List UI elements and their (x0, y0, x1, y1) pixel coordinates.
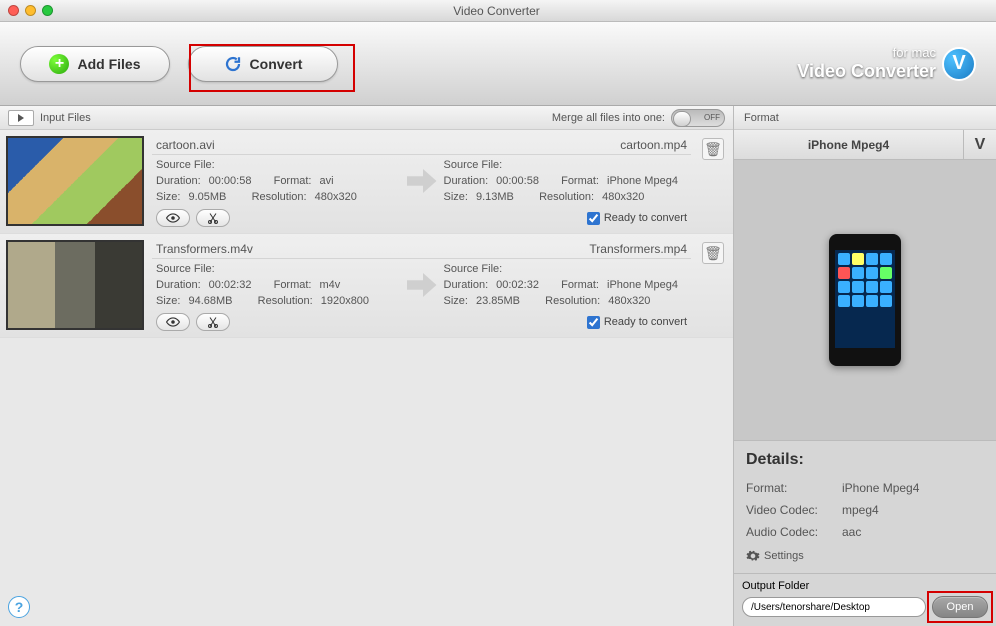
output-filename: Transformers.mp4 (559, 242, 687, 256)
merge-toggle[interactable]: OFF (671, 109, 725, 127)
brand-title: Video Converter (797, 61, 936, 83)
merge-label: Merge all files into one: (552, 112, 665, 124)
play-icon[interactable] (8, 110, 34, 126)
plus-icon: + (49, 54, 69, 74)
details-title: Details: (746, 451, 984, 469)
settings-button[interactable]: Settings (746, 549, 984, 563)
window-title: Video Converter (53, 4, 940, 18)
preview-button[interactable] (156, 209, 190, 227)
titlebar: Video Converter (0, 0, 996, 22)
open-folder-button[interactable]: Open (932, 596, 988, 618)
file-row[interactable]: cartoon.avi cartoon.mp4 Source File: Dur… (0, 130, 733, 234)
output-filename: cartoon.mp4 (590, 138, 687, 152)
arrow-right-icon (407, 169, 437, 193)
help-button[interactable]: ? (8, 596, 30, 618)
trim-button[interactable] (196, 313, 230, 331)
preview-button[interactable] (156, 313, 190, 331)
output-path-field[interactable]: /Users/tenorshare/Desktop (742, 597, 926, 617)
brand: for mac Video Converter V (797, 45, 976, 82)
zoom-window-button[interactable] (42, 5, 53, 16)
delete-button[interactable]: 🗑 (702, 138, 724, 160)
add-files-button[interactable]: + Add Files (20, 46, 170, 82)
ready-to-convert[interactable]: Ready to convert (587, 212, 687, 225)
left-panel: Input Files Merge all files into one: OF… (0, 106, 734, 626)
ready-to-convert[interactable]: Ready to convert (587, 316, 687, 329)
file-row[interactable]: Transformers.m4v Transformers.mp4 Source… (0, 234, 733, 338)
details-section: Details: Format:iPhone Mpeg4 Video Codec… (734, 440, 996, 573)
format-header: Format (734, 106, 996, 130)
arrow-right-icon (407, 273, 437, 297)
output-folder-section: Output Folder /Users/tenorshare/Desktop … (734, 573, 996, 626)
window-traffic-lights (8, 5, 53, 16)
source-filename: cartoon.avi (156, 138, 215, 152)
brand-logo-icon: V (942, 47, 976, 81)
trim-button[interactable] (196, 209, 230, 227)
brand-subtitle: for mac (797, 45, 936, 61)
source-filename: Transformers.m4v (156, 242, 253, 256)
file-list: cartoon.avi cartoon.mp4 Source File: Dur… (0, 130, 733, 626)
delete-button[interactable]: 🗑 (702, 242, 724, 264)
iphone-icon (829, 234, 901, 366)
convert-label: Convert (250, 56, 303, 72)
video-thumbnail[interactable] (6, 136, 144, 226)
format-panel: Format iPhone Mpeg4 V Details: Format:iP… (734, 106, 996, 626)
ready-checkbox[interactable] (587, 316, 600, 329)
toolbar: + Add Files Convert for mac Video Conver… (0, 22, 996, 106)
video-thumbnail[interactable] (6, 240, 144, 330)
gear-icon (746, 549, 760, 563)
output-folder-label: Output Folder (742, 580, 988, 592)
input-files-bar: Input Files Merge all files into one: OF… (0, 106, 733, 130)
close-window-button[interactable] (8, 5, 19, 16)
add-files-label: Add Files (77, 56, 140, 72)
format-category-button[interactable]: V (964, 130, 996, 159)
format-dropdown[interactable]: iPhone Mpeg4 (734, 130, 964, 159)
device-preview (734, 160, 996, 440)
convert-icon (224, 55, 242, 73)
convert-button[interactable]: Convert (188, 46, 338, 82)
input-files-label: Input Files (40, 112, 91, 124)
minimize-window-button[interactable] (25, 5, 36, 16)
ready-checkbox[interactable] (587, 212, 600, 225)
